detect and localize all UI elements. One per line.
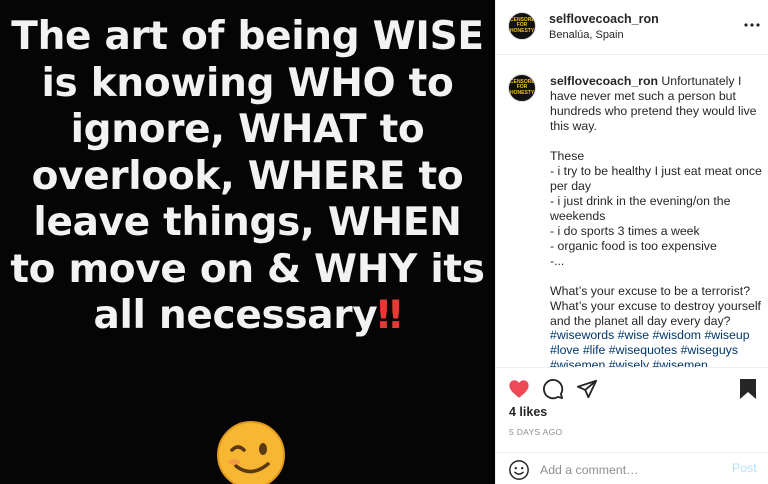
caption-body: Unfortunately I have never met such a pe… — [550, 74, 762, 328]
bookmark-icon[interactable] — [739, 378, 757, 400]
quote-line: to move on & WHY its — [10, 246, 485, 292]
comment-input[interactable] — [540, 460, 720, 480]
quote-line: leave things, WHEN — [33, 200, 462, 245]
quote-line: is knowing WHO to — [41, 60, 454, 106]
hashtags[interactable]: #wisewords #wise #wisdom #wiseup #love #… — [550, 328, 762, 367]
likes-count[interactable]: 4 likes — [509, 405, 547, 419]
caption-area[interactable]: CENSORED FOR HONESTY selflovecoach_ron U… — [496, 56, 768, 367]
double-exclamation-icon: ‼ — [377, 293, 402, 338]
heart-icon[interactable] — [508, 378, 530, 400]
caption-avatar[interactable]: CENSORED FOR HONESTY — [508, 74, 536, 102]
smiley-icon[interactable] — [508, 459, 530, 481]
comment-icon[interactable] — [542, 378, 564, 400]
quote-line-last: all necessary‼ — [0, 293, 495, 340]
share-icon[interactable] — [576, 378, 598, 400]
winking-face-icon — [217, 421, 285, 484]
post-header: CENSORED FOR HONESTY selflovecoach_ron B… — [496, 0, 768, 55]
quote-line: ignore, WHAT to — [70, 107, 425, 152]
post-image[interactable]: The art of being WISE is knowing WHO to … — [0, 0, 495, 484]
quote-line: all necessary — [93, 293, 378, 338]
post-comment-button[interactable]: Post — [732, 461, 757, 475]
action-bar: 4 likes 5 DAYS AGO — [496, 367, 768, 457]
caption-text: selflovecoach_ron Unfortunately I have n… — [550, 74, 762, 329]
more-options-icon[interactable] — [744, 22, 760, 28]
quote-line: The art of being WISE — [11, 14, 484, 59]
avatar[interactable]: CENSORED FOR HONESTY — [508, 12, 536, 40]
avatar-text: CENSORED FOR HONESTY — [510, 78, 536, 96]
quote-text: The art of being WISE is knowing WHO to … — [0, 14, 495, 340]
post-timestamp[interactable]: 5 DAYS AGO — [509, 427, 562, 437]
comment-bar: Post — [496, 452, 768, 484]
quote-line: overlook, WHERE to — [31, 153, 464, 199]
username-link[interactable]: selflovecoach_ron — [549, 12, 659, 26]
caption-username[interactable]: selflovecoach_ron — [550, 74, 658, 88]
location-link[interactable]: Benalúa, Spain — [549, 29, 624, 41]
avatar-text: CENSORED FOR HONESTY — [510, 16, 536, 34]
post-details-panel: CENSORED FOR HONESTY selflovecoach_ron B… — [495, 0, 768, 484]
